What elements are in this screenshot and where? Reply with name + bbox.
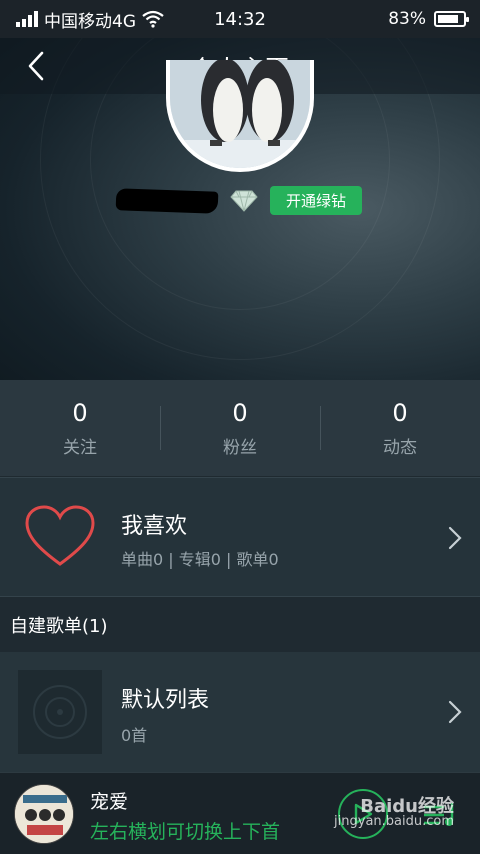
- stat-value: 0: [232, 398, 248, 427]
- playlist-title: 默认列表: [121, 688, 210, 713]
- favorites-title: 我喜欢: [121, 514, 188, 539]
- my-favorites-row[interactable]: 我喜欢 单曲0 | 专辑0 | 歌单0: [0, 477, 480, 597]
- now-playing-title: 宠爱: [90, 791, 129, 813]
- stat-activity[interactable]: 0 动态: [320, 380, 480, 476]
- heart-icon: [25, 505, 95, 566]
- swipe-hint: 左右横划可切换上下首: [90, 821, 281, 843]
- playlist-cover: [18, 670, 102, 754]
- chevron-right-icon: [448, 526, 462, 550]
- stat-label: 粉丝: [223, 437, 257, 458]
- back-button[interactable]: [18, 48, 54, 84]
- status-bar: 中国移动4G 14:32 83%: [0, 0, 480, 38]
- album-art-image: [15, 785, 73, 843]
- stat-value: 0: [392, 398, 408, 427]
- section-title: 自建歌单(1): [10, 616, 108, 637]
- stat-label: 关注: [63, 437, 97, 458]
- redacted-username: [115, 187, 219, 214]
- created-playlists-header: 自建歌单(1): [0, 598, 480, 652]
- playlist-row[interactable]: 默认列表 0首: [0, 652, 480, 772]
- vinyl-disc-icon: [33, 685, 87, 739]
- mini-player[interactable]: 宠爱 左右横划可切换上下首 Baidu经验 jingyan.baidu.com: [0, 772, 480, 854]
- chevron-right-icon: [448, 700, 462, 724]
- open-green-diamond-button[interactable]: 开通绿钻: [270, 186, 363, 215]
- battery-percent: 83%: [388, 9, 426, 29]
- stat-value: 0: [72, 398, 88, 427]
- album-art: [14, 784, 74, 844]
- stat-label: 动态: [383, 437, 417, 458]
- chevron-left-icon: [28, 51, 44, 81]
- stat-fans[interactable]: 0 粉丝: [160, 380, 320, 476]
- favorites-subtitle: 单曲0 | 专辑0 | 歌单0: [121, 550, 279, 569]
- battery-icon: [434, 11, 469, 27]
- stat-following[interactable]: 0 关注: [0, 380, 160, 476]
- stats-bar: 0 关注 0 粉丝 0 动态: [0, 380, 480, 476]
- baidu-watermark: Baidu经验 jingyan.baidu.com: [334, 796, 454, 830]
- playlist-count: 0首: [121, 726, 148, 745]
- diamond-icon: [230, 190, 258, 212]
- profile-name-row: 开通绿钻: [115, 186, 363, 215]
